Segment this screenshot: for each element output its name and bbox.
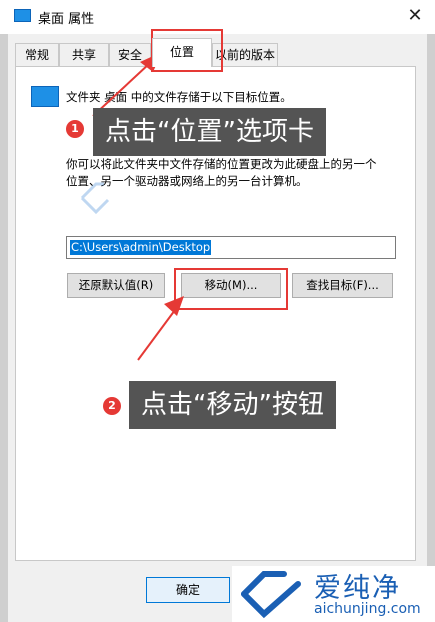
ok-button[interactable]: 确定 bbox=[146, 577, 230, 603]
watermark-name: 爱纯净 bbox=[314, 573, 401, 604]
annotation-number: 2 bbox=[103, 397, 121, 415]
watermark-logo-icon bbox=[241, 571, 301, 619]
annotation-callout: 点击“位置”选项卡 bbox=[93, 108, 326, 156]
annotation-callout: 点击“移动”按钮 bbox=[129, 381, 336, 429]
annotation-arrows bbox=[92, 52, 184, 361]
tab-location[interactable]: 位置 bbox=[152, 38, 212, 67]
annotation-number: 1 bbox=[66, 120, 84, 138]
watermark-url: aichunjing.com bbox=[314, 601, 421, 617]
